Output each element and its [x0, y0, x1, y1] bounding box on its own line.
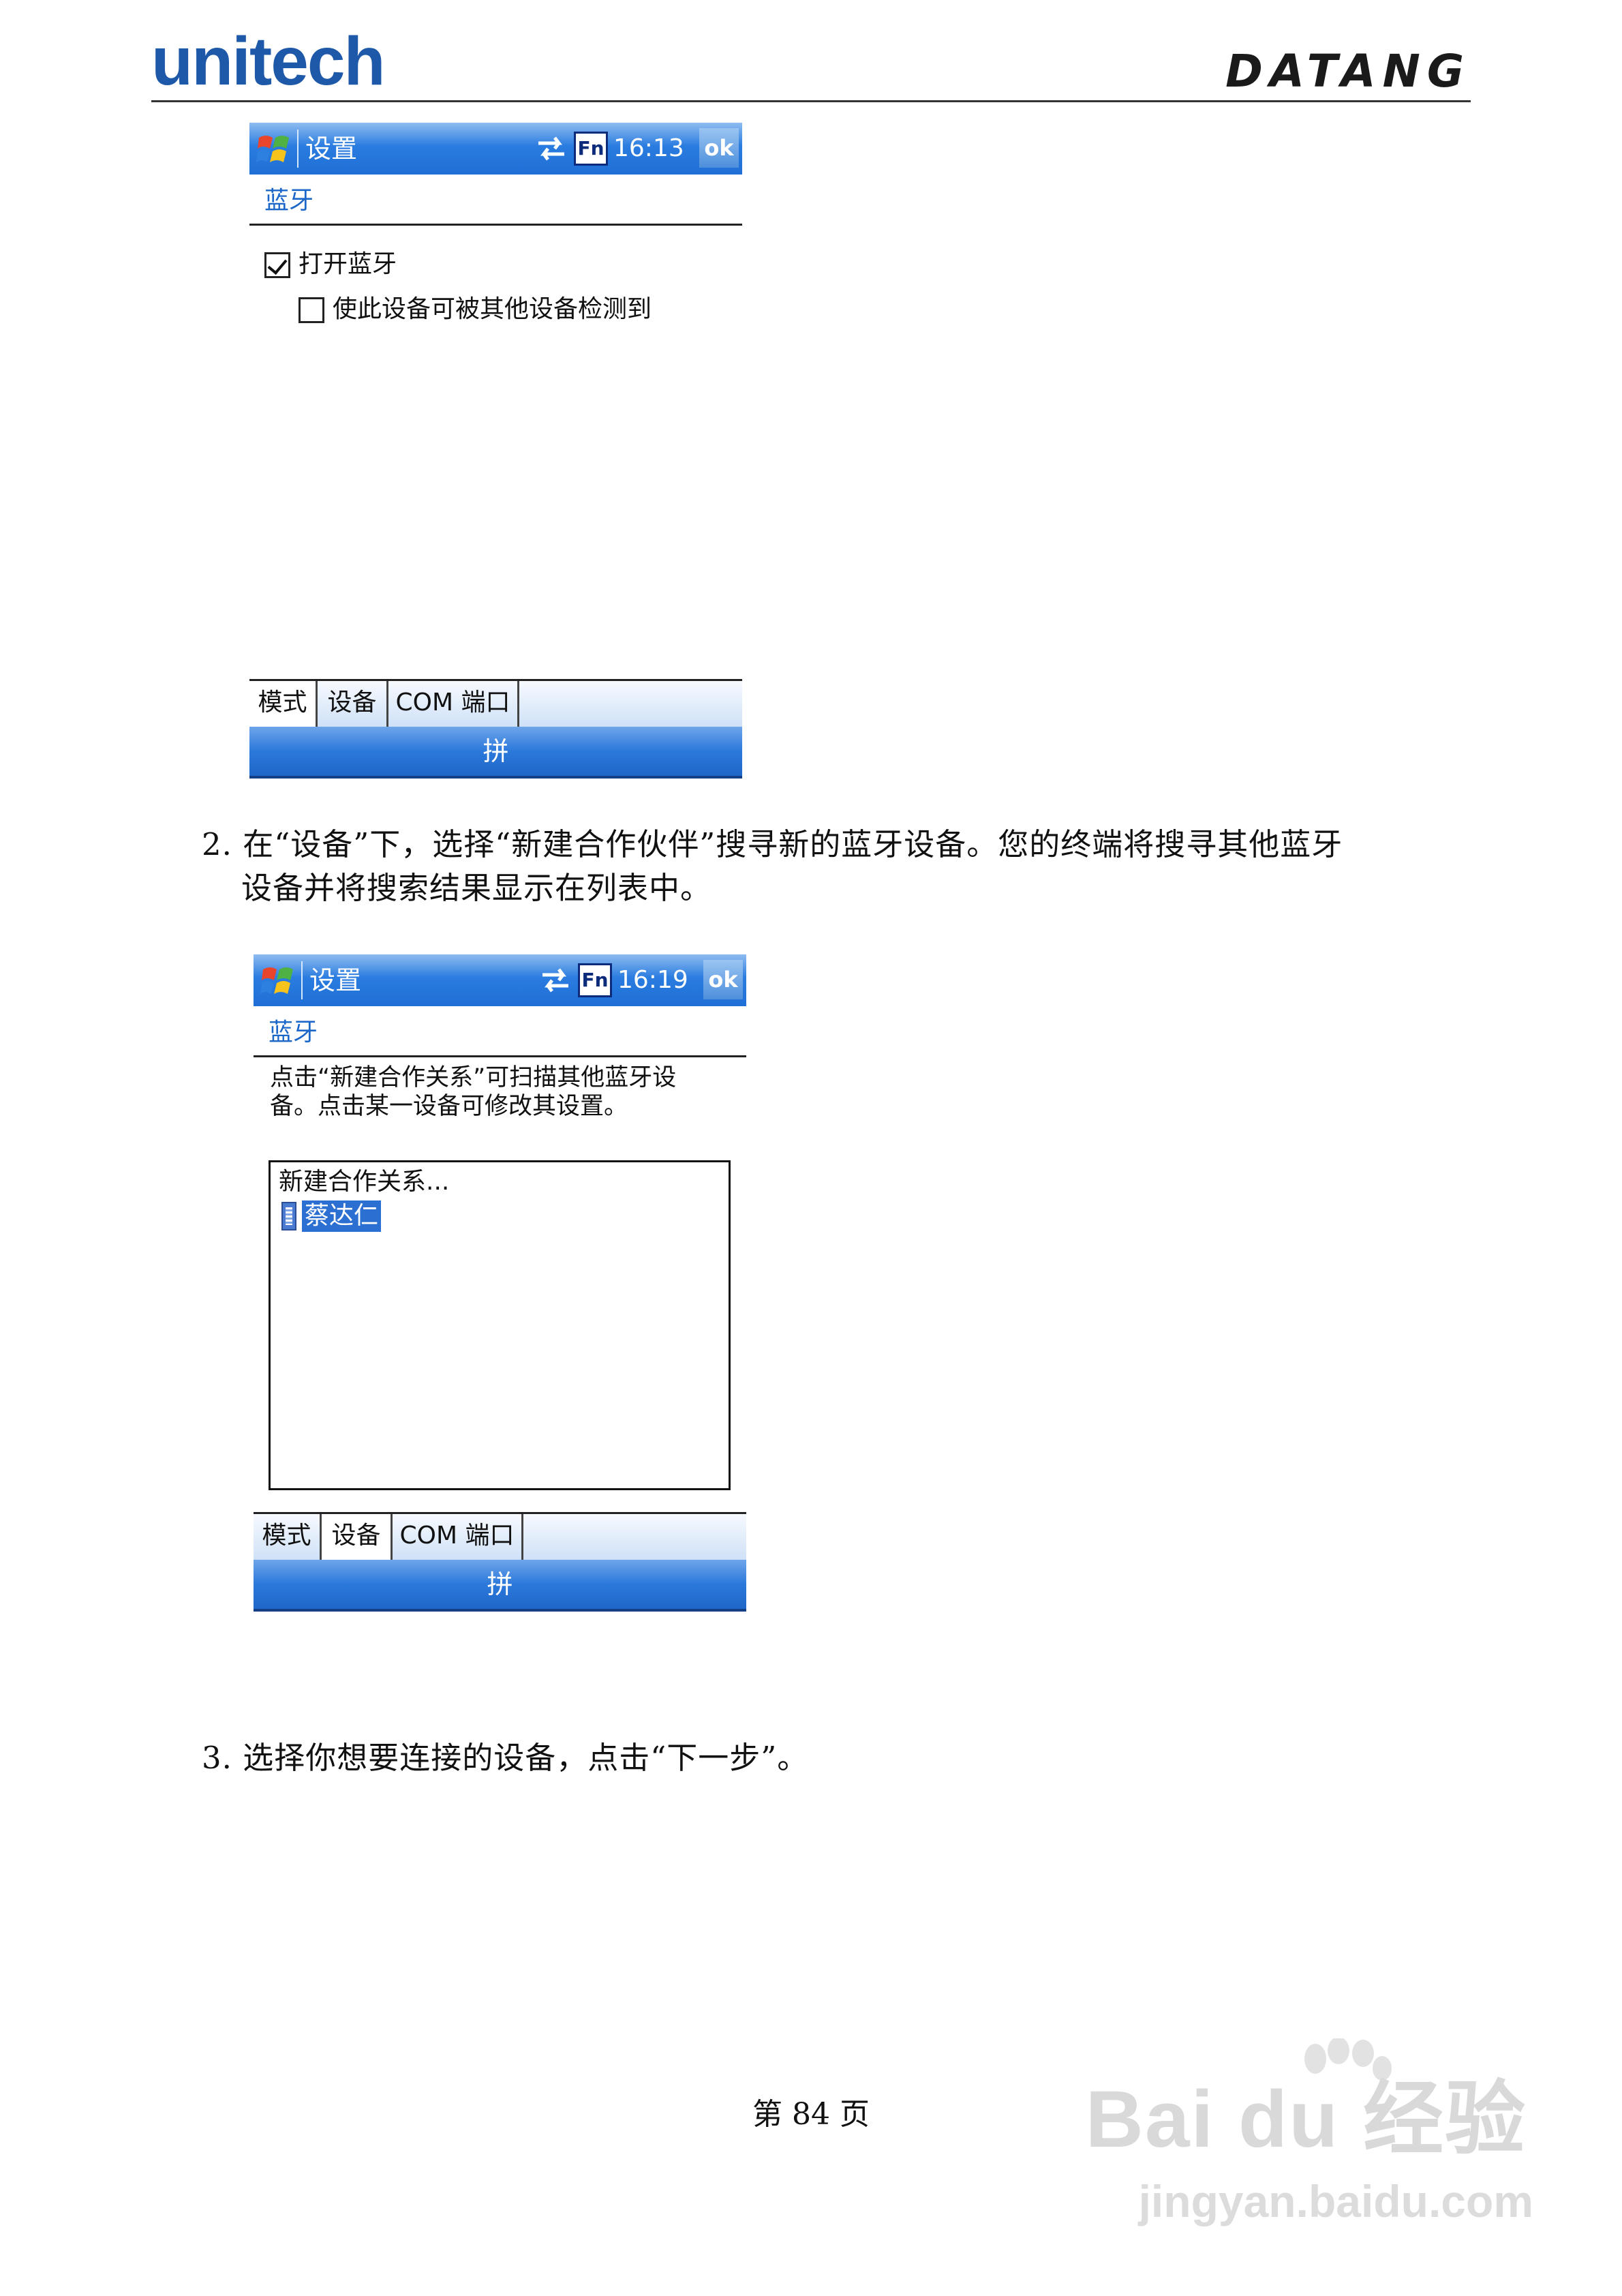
menu-bar: 拼 — [254, 1560, 746, 1612]
bluetooth-on-checkbox[interactable] — [264, 252, 290, 278]
tab-mode[interactable]: 模式 — [254, 1514, 322, 1560]
menu-bar: 拼 — [249, 727, 742, 779]
discoverable-checkbox[interactable] — [299, 297, 324, 323]
subheading-divider — [249, 224, 742, 226]
step-2-line-2: 设备并将搜索结果显示在列表中。 — [241, 870, 712, 906]
baidu-watermark: Bai du 经验 — [1085, 2074, 1527, 2164]
input-method-button[interactable]: 拼 — [249, 734, 742, 769]
clock[interactable]: 16:13 — [613, 131, 684, 166]
tab-bar: 模式 设备 COM 端口 — [249, 679, 742, 727]
tab-mode[interactable]: 模式 — [249, 681, 318, 727]
tab-com-ports[interactable]: COM 端口 — [388, 681, 519, 727]
page-subheading: 蓝牙 — [269, 1018, 318, 1046]
header-divider — [151, 100, 1471, 102]
discoverable-label[interactable]: 使此设备可被其他设备检测到 — [333, 294, 652, 324]
windows-start-icon[interactable] — [260, 963, 296, 998]
title-separator — [301, 961, 303, 999]
title-bar: 设置 Fn 16:19 ok — [254, 954, 746, 1006]
unitech-logo: unitech — [151, 23, 386, 100]
new-partnership-item[interactable]: 新建合作关系... — [279, 1166, 449, 1198]
fn-key-icon[interactable]: Fn — [574, 132, 608, 166]
baidu-watermark-url: jingyan.baidu.com — [1138, 2176, 1533, 2226]
checkmark-icon — [267, 254, 288, 275]
step-3-line-1: 3. 选择你想要连接的设备，点击“下一步”。 — [202, 1740, 809, 1776]
step-2-line-1: 2. 在“设备”下，选择“新建合作伙伴”搜寻新的蓝牙设备。您的终端将搜寻其他蓝牙 — [202, 826, 1343, 862]
bluetooth-settings-screen-mode: 设置 Fn 16:13 ok 蓝牙 打开蓝牙 使此设备可被其他设备检测到 模式 … — [249, 123, 742, 779]
bluetooth-on-label[interactable]: 打开蓝牙 — [299, 250, 397, 280]
subheading-divider — [254, 1055, 746, 1057]
windows-start-icon[interactable] — [256, 131, 292, 166]
ok-button[interactable]: ok — [703, 960, 743, 999]
clock[interactable]: 16:19 — [617, 963, 688, 998]
title-separator — [297, 130, 299, 168]
ok-button[interactable]: ok — [699, 128, 739, 168]
device-list[interactable]: 新建合作关系... 蔡达仁 — [269, 1160, 731, 1490]
bluetooth-settings-screen-devices: 设置 Fn 16:19 ok 蓝牙 点击“新建合作关系”可扫描其他蓝牙设 备。点… — [254, 954, 746, 1612]
fn-key-icon[interactable]: Fn — [578, 963, 612, 997]
bluetooth-device-icon — [281, 1202, 296, 1230]
instruction-line-2: 备。点击某一设备可修改其设置。 — [270, 1093, 628, 1120]
tab-devices[interactable]: 设备 — [318, 681, 388, 727]
tab-devices[interactable]: 设备 — [322, 1514, 393, 1560]
connectivity-icon[interactable] — [538, 964, 572, 997]
instruction-line-1: 点击“新建合作关系”可扫描其他蓝牙设 — [270, 1064, 677, 1091]
input-method-button[interactable]: 拼 — [254, 1567, 746, 1602]
tab-com-ports[interactable]: COM 端口 — [393, 1514, 523, 1560]
datang-logo: DATANG — [1225, 45, 1471, 97]
tab-bar: 模式 设备 COM 端口 — [254, 1512, 746, 1560]
paired-device-item[interactable]: 蔡达仁 — [302, 1200, 382, 1232]
title-bar: 设置 Fn 16:13 ok — [249, 123, 742, 175]
window-title: 设置 — [309, 965, 362, 995]
connectivity-icon[interactable] — [534, 132, 568, 165]
page-subheading: 蓝牙 — [264, 187, 314, 215]
window-title: 设置 — [305, 134, 358, 164]
